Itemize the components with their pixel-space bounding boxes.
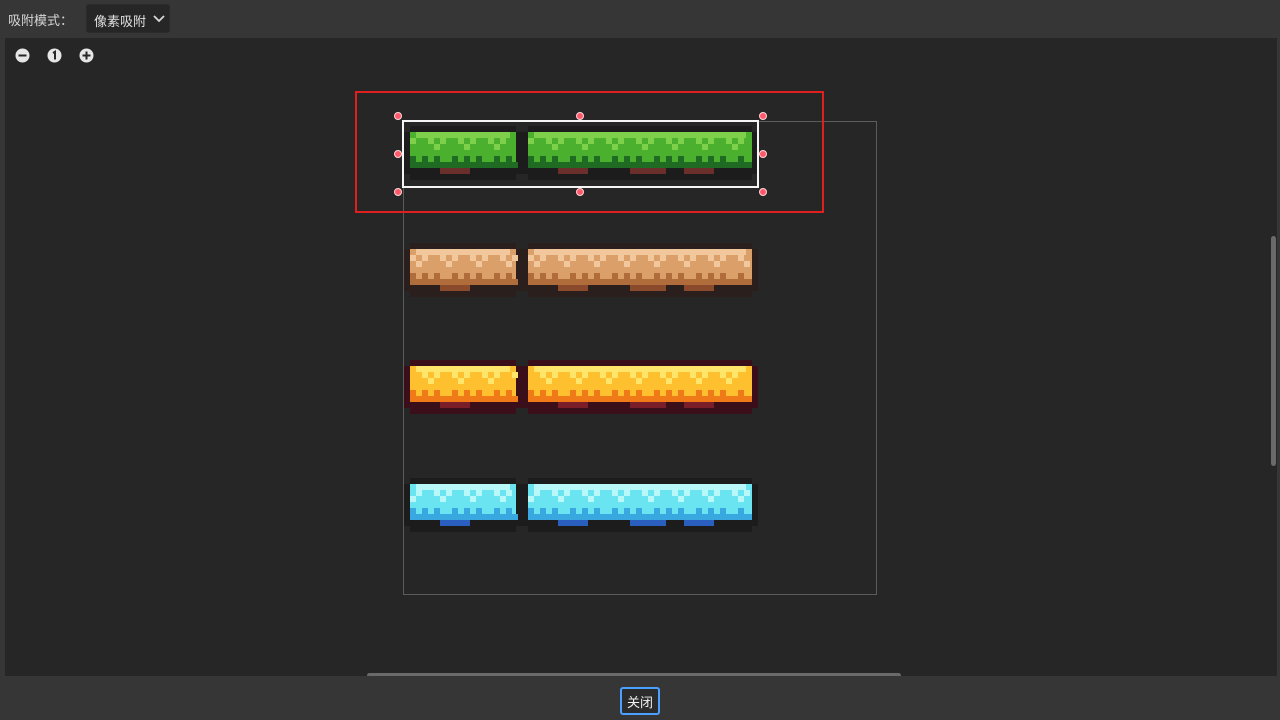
region-selection-rect[interactable] bbox=[402, 120, 759, 188]
resize-handle-bottom[interactable] bbox=[576, 188, 584, 196]
zoom-reset-icon[interactable] bbox=[47, 48, 62, 63]
resize-handle-top-left[interactable] bbox=[394, 112, 402, 120]
chevron-down-icon bbox=[153, 15, 165, 23]
texture-viewport[interactable] bbox=[5, 38, 1275, 676]
toolbar: 吸附模式： 像素吸附 bbox=[0, 0, 1280, 38]
snap-mode-label: 吸附模式： bbox=[8, 14, 74, 29]
tile-sand-wide bbox=[522, 243, 758, 297]
vertical-scrollbar-thumb[interactable] bbox=[1271, 236, 1276, 466]
resize-handle-top-right[interactable] bbox=[759, 112, 767, 120]
close-button[interactable]: 关闭 bbox=[620, 687, 660, 715]
resize-handle-bottom-left[interactable] bbox=[394, 188, 402, 196]
resize-handle-left[interactable] bbox=[394, 150, 402, 158]
tile-sand-small bbox=[404, 243, 522, 297]
tile-ice-wide bbox=[522, 478, 758, 532]
snap-mode-select[interactable]: 像素吸附 bbox=[86, 4, 170, 33]
resize-handle-right[interactable] bbox=[759, 150, 767, 158]
resize-handle-top[interactable] bbox=[576, 112, 584, 120]
zoom-in-icon[interactable] bbox=[79, 48, 94, 63]
resize-handle-bottom-right[interactable] bbox=[759, 188, 767, 196]
tile-ice-small bbox=[404, 478, 522, 532]
tile-lava-wide bbox=[522, 360, 758, 414]
region-editor-dialog: 吸附模式： 像素吸附 关闭 bbox=[0, 0, 1280, 720]
zoom-out-icon[interactable] bbox=[15, 48, 30, 63]
snap-mode-value: 像素吸附 bbox=[94, 15, 147, 30]
tile-lava-small bbox=[404, 360, 522, 414]
